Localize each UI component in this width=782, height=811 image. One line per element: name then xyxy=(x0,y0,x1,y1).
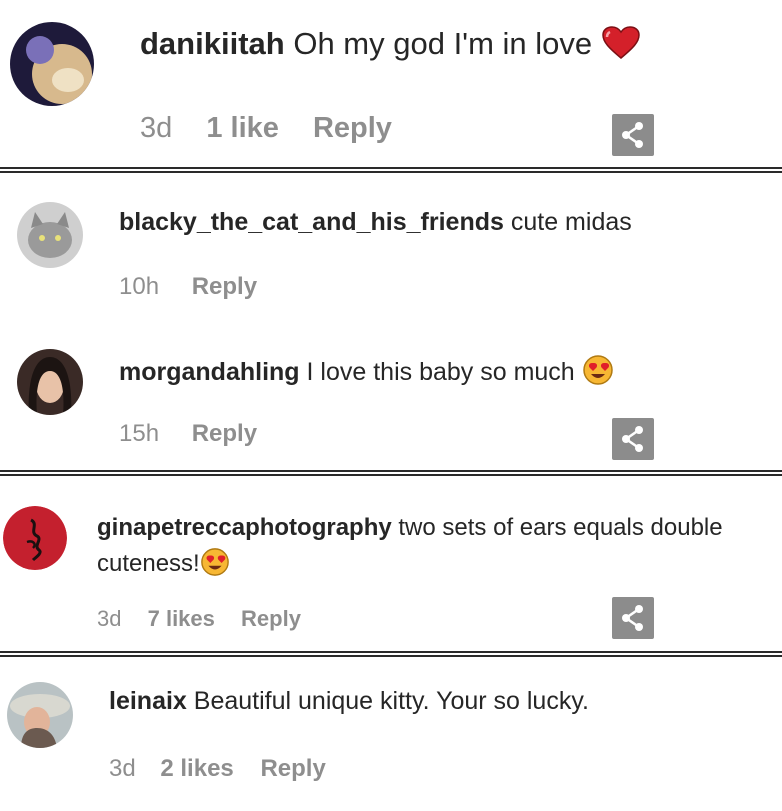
comment-time: 3d xyxy=(97,606,122,631)
comment-3: morgandahling I love this baby so much 1… xyxy=(0,315,782,470)
comment-text: Beautiful unique kitty. Your so lucky. xyxy=(193,687,589,715)
comment-text-continued: cuteness! xyxy=(97,550,200,577)
comment-1: danikiitah Oh my god I'm in love 3d 1 li… xyxy=(0,0,782,170)
divider xyxy=(0,470,782,476)
comment-5: leinaix Beautiful unique kitty. Your so … xyxy=(0,659,782,811)
comment-4: ginapetreccaphotography two sets of ears… xyxy=(0,478,782,650)
comment-likes[interactable]: 1 like xyxy=(206,112,279,144)
share-icon xyxy=(622,605,643,631)
comment-time: 15h xyxy=(119,420,160,447)
reply-button[interactable]: Reply xyxy=(260,755,325,782)
avatar[interactable] xyxy=(10,22,94,106)
share-button[interactable] xyxy=(612,597,654,639)
comment-2: blacky_the_cat_and_his_friends cute mida… xyxy=(0,175,782,315)
comment-likes[interactable]: 2 likes xyxy=(160,755,233,782)
comment-text: I love this baby so much xyxy=(306,358,575,386)
comment-username[interactable]: leinaix xyxy=(109,687,187,715)
comment-username[interactable]: ginapetreccaphotography xyxy=(97,514,392,541)
share-icon xyxy=(622,426,643,452)
comment-time: 10h xyxy=(119,273,160,300)
heart-emoji-icon xyxy=(601,26,641,68)
comment-time: 3d xyxy=(109,755,136,782)
divider xyxy=(0,167,782,173)
avatar[interactable] xyxy=(7,682,73,748)
share-button[interactable] xyxy=(612,114,654,156)
avatar[interactable] xyxy=(17,202,83,268)
divider xyxy=(0,651,782,657)
comment-text: Oh my god I'm in love xyxy=(293,26,593,61)
comment-likes[interactable]: 7 likes xyxy=(148,606,215,631)
avatar[interactable] xyxy=(3,506,67,570)
comment-username[interactable]: blacky_the_cat_and_his_friends xyxy=(119,208,504,236)
share-icon xyxy=(622,122,643,148)
comment-text: cute midas xyxy=(510,208,632,236)
heart-eyes-emoji-icon xyxy=(582,354,614,393)
avatar[interactable] xyxy=(17,349,83,415)
comment-text: two sets of ears equals double xyxy=(398,514,723,541)
comment-time: 3d xyxy=(140,112,173,144)
reply-button[interactable]: Reply xyxy=(192,420,257,447)
share-button[interactable] xyxy=(612,418,654,460)
heart-eyes-emoji-icon xyxy=(200,547,230,584)
reply-button[interactable]: Reply xyxy=(192,273,257,300)
comment-username[interactable]: danikiitah xyxy=(140,26,285,61)
reply-button[interactable]: Reply xyxy=(313,112,392,144)
comment-username[interactable]: morgandahling xyxy=(119,358,300,386)
reply-button[interactable]: Reply xyxy=(241,606,301,631)
